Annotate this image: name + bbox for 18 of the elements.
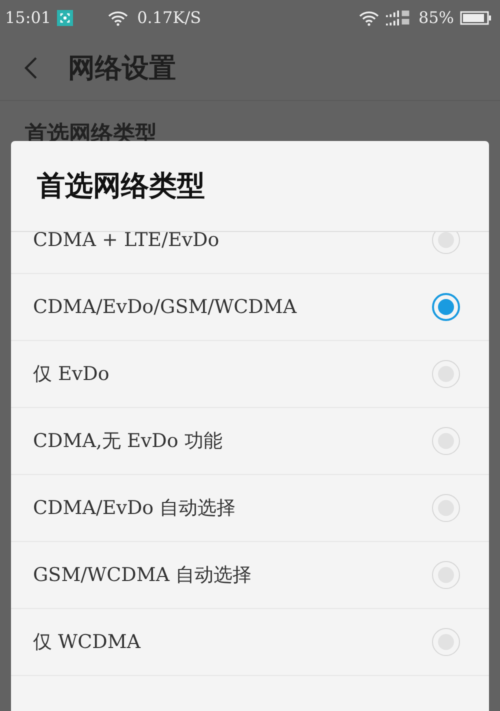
battery-level: 85% (418, 8, 454, 27)
network-option[interactable]: CDMA,无 EvDo 功能 (11, 408, 489, 475)
page-title: 网络设置 (68, 52, 176, 86)
back-icon[interactable] (24, 56, 38, 80)
status-time: 15:01 (5, 8, 52, 27)
network-option[interactable]: CDMA/EvDo 自动选择 (11, 475, 489, 542)
screenshot-icon (57, 10, 74, 26)
network-speed: 0.17K/S (137, 8, 202, 27)
network-option[interactable]: GSM/WCDMA 自动选择 (11, 542, 489, 609)
battery-icon (460, 10, 492, 24)
wifi-icon (107, 10, 130, 26)
network-option[interactable]: CDMA + LTE/EvDo (11, 232, 489, 274)
dialog-title: 首选网络类型 (11, 141, 489, 232)
radio-button[interactable] (432, 293, 460, 321)
wifi-icon (358, 10, 380, 26)
network-option[interactable]: 仅 WCDMA (11, 609, 489, 676)
network-option[interactable]: 仅 EvDo (11, 341, 489, 408)
network-option[interactable]: CDMA/EvDo/GSM/WCDMA (11, 274, 489, 341)
